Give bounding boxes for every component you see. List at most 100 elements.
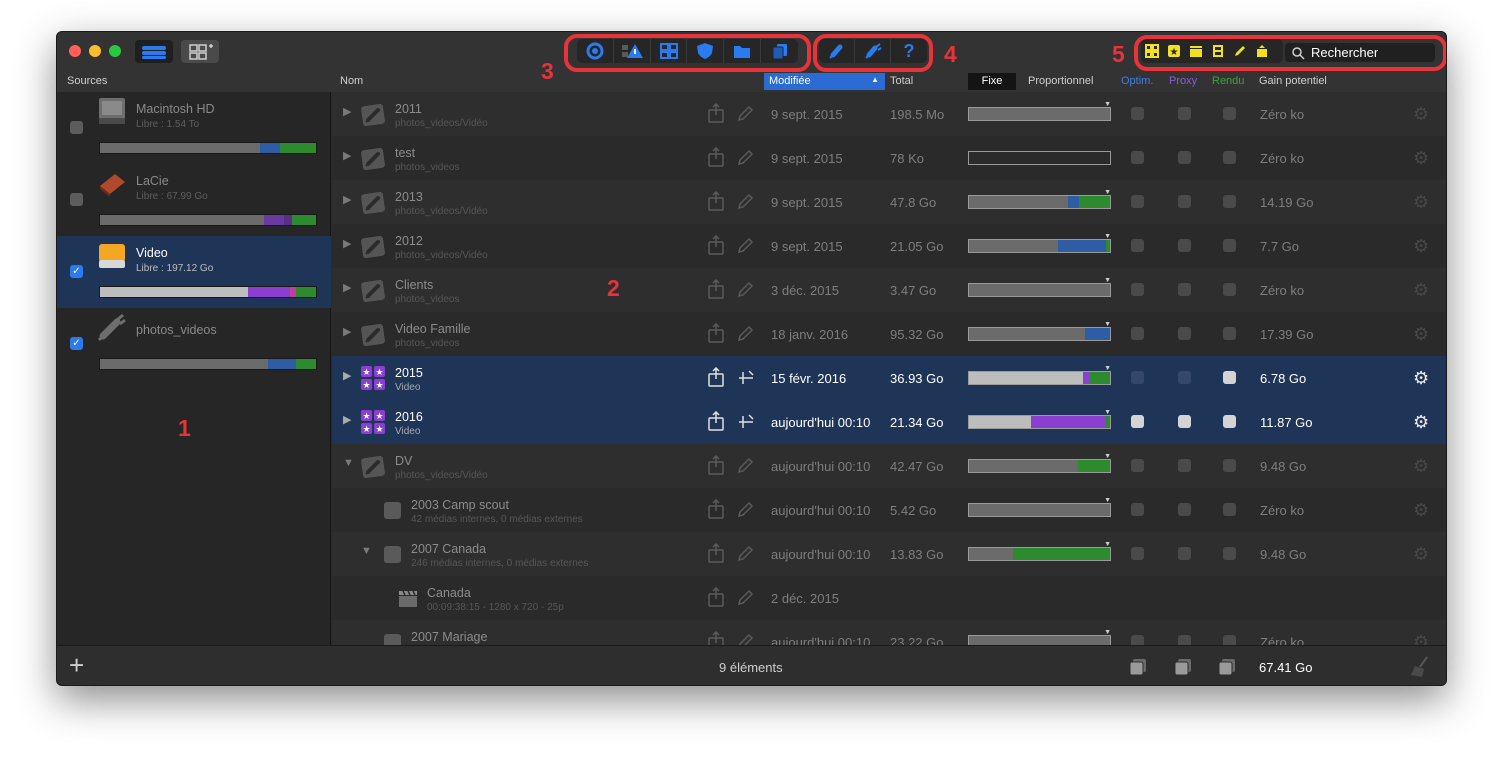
render-checkbox[interactable] — [1223, 415, 1236, 428]
table-row[interactable]: ▶ Video Famille photos_videos 18 janv. 2016… — [332, 312, 1446, 356]
add-source-icon[interactable]: + — [69, 652, 84, 678]
disclosure-right-icon[interactable]: ▶ — [343, 281, 351, 294]
render-checkbox[interactable] — [1223, 503, 1236, 516]
disclosure-right-icon[interactable]: ▶ — [343, 325, 351, 338]
disclosure-right-icon[interactable]: ▶ — [343, 413, 351, 426]
table-row[interactable]: ▼ DV photos_videos/Vidéo aujourd'hui 00:10 4… — [332, 444, 1446, 488]
pencil-icon[interactable] — [737, 456, 755, 474]
optim-checkbox[interactable] — [1131, 503, 1144, 516]
close-window-button[interactable] — [69, 45, 81, 57]
gear-icon[interactable]: ⚙ — [1413, 544, 1429, 565]
proxy-checkbox[interactable] — [1178, 195, 1191, 208]
source-item-photos-videos[interactable]: ✓ photos_videos — [57, 308, 331, 380]
table-row[interactable]: ▶ 2011 photos_videos/Vidéo 9 sept. 2015 198.… — [332, 92, 1446, 136]
optim-checkbox[interactable] — [1131, 107, 1144, 120]
gear-icon[interactable]: ⚙ — [1413, 104, 1429, 125]
proxy-checkbox[interactable] — [1178, 327, 1191, 340]
gear-icon[interactable]: ⚙ — [1413, 500, 1429, 521]
proxy-checkbox[interactable] — [1178, 107, 1191, 120]
disclosure-down-icon[interactable]: ▼ — [361, 545, 372, 557]
add-timeline-icon[interactable] — [737, 368, 755, 386]
pencil-icon[interactable] — [737, 280, 755, 298]
share-icon[interactable] — [707, 191, 725, 211]
disclosure-right-icon[interactable]: ▶ — [343, 105, 351, 118]
disclosure-right-icon[interactable]: ▶ — [343, 193, 351, 206]
source-item-video[interactable]: ✓ Video Libre : 197.12 Go — [57, 236, 331, 308]
proportional-scale-toggle[interactable]: Proportionnel — [1028, 75, 1093, 87]
broom-clean-icon[interactable] — [1409, 655, 1433, 679]
share-icon[interactable] — [707, 103, 725, 123]
table-row[interactable]: ▶ ★ ★ ★ ★ 2015 Video 15 févr. 2016 36.93 Go ▼ 6.78… — [332, 356, 1446, 400]
source-checkbox[interactable] — [70, 193, 83, 206]
share-icon[interactable] — [707, 147, 725, 167]
pencil-icon[interactable] — [737, 632, 755, 645]
share-icon[interactable] — [707, 279, 725, 299]
pencil-icon[interactable] — [737, 324, 755, 342]
share-icon[interactable] — [707, 631, 725, 645]
proxy-checkbox[interactable] — [1178, 503, 1191, 516]
pencil-icon[interactable] — [737, 544, 755, 562]
optim-checkbox[interactable] — [1131, 547, 1144, 560]
add-timeline-icon[interactable] — [737, 412, 755, 430]
share-icon[interactable] — [707, 235, 725, 255]
table-row[interactable]: ▶ 2013 photos_videos/Vidéo 9 sept. 2015 47.8… — [332, 180, 1446, 224]
render-checkbox[interactable] — [1223, 239, 1236, 252]
proxy-column-header[interactable]: Proxy — [1169, 75, 1197, 87]
sources-view-button[interactable] — [135, 40, 173, 63]
share-icon[interactable] — [707, 587, 725, 607]
gear-icon[interactable]: ⚙ — [1413, 368, 1429, 389]
gear-icon[interactable]: ⚙ — [1413, 632, 1429, 645]
render-column-header[interactable]: Rendu — [1212, 75, 1244, 87]
pencil-icon[interactable] — [737, 148, 755, 166]
optim-checkbox[interactable] — [1131, 459, 1144, 472]
share-icon[interactable] — [707, 411, 725, 431]
table-row[interactable]: 2007 Mariage aujourd'hui 00:10 23.22 Go ▼ Zé… — [332, 620, 1446, 645]
optim-checkbox[interactable] — [1131, 371, 1144, 384]
proxy-checkbox[interactable] — [1178, 371, 1191, 384]
disclosure-right-icon[interactable]: ▶ — [343, 369, 351, 382]
proxy-checkbox[interactable] — [1178, 151, 1191, 164]
table-row[interactable]: ▶ 2012 photos_videos/Vidéo 9 sept. 2015 21.0… — [332, 224, 1446, 268]
source-item-macintosh-hd[interactable]: Macintosh HD Libre : 1.54 To — [57, 92, 331, 164]
pencil-icon[interactable] — [737, 588, 755, 606]
proxy-files-icon[interactable] — [1173, 657, 1193, 677]
optim-checkbox[interactable] — [1131, 151, 1144, 164]
render-checkbox[interactable] — [1223, 327, 1236, 340]
optim-checkbox[interactable] — [1131, 239, 1144, 252]
proxy-checkbox[interactable] — [1178, 283, 1191, 296]
total-column-header[interactable]: Total — [890, 75, 913, 87]
render-checkbox[interactable] — [1223, 459, 1236, 472]
disclosure-right-icon[interactable]: ▶ — [343, 237, 351, 250]
render-checkbox[interactable] — [1223, 195, 1236, 208]
pencil-icon[interactable] — [737, 104, 755, 122]
optim-checkbox[interactable] — [1131, 327, 1144, 340]
proxy-checkbox[interactable] — [1178, 415, 1191, 428]
table-row[interactable]: ▶ test photos_videos 9 sept. 2015 78 Ko Zéro … — [332, 136, 1446, 180]
modified-column-header[interactable]: Modifiée ▲ — [764, 73, 885, 90]
gear-icon[interactable]: ⚙ — [1413, 280, 1429, 301]
optim-checkbox[interactable] — [1131, 283, 1144, 296]
optim-checkbox[interactable] — [1131, 635, 1144, 645]
share-icon[interactable] — [707, 455, 725, 475]
zoom-window-button[interactable] — [109, 45, 121, 57]
render-checkbox[interactable] — [1223, 371, 1236, 384]
share-icon[interactable] — [707, 323, 725, 343]
minimize-window-button[interactable] — [89, 45, 101, 57]
gear-icon[interactable]: ⚙ — [1413, 412, 1429, 433]
optim-checkbox[interactable] — [1131, 195, 1144, 208]
name-column-header[interactable]: Nom — [340, 75, 363, 87]
optim-checkbox[interactable] — [1131, 415, 1144, 428]
fixed-scale-toggle[interactable]: Fixe — [968, 73, 1016, 90]
source-checkbox[interactable]: ✓ — [70, 265, 83, 278]
table-row[interactable]: 2003 Camp scout 42 médias internes, 0 méd… — [332, 488, 1446, 532]
optim-column-header[interactable]: Optim. — [1121, 75, 1153, 87]
share-icon[interactable] — [707, 367, 725, 387]
table-row[interactable]: ▶ Clients photos_videos 3 déc. 2015 3.47 Go ▼… — [332, 268, 1446, 312]
disclosure-down-icon[interactable]: ▼ — [343, 457, 354, 469]
optim-files-icon[interactable] — [1128, 657, 1148, 677]
table-row[interactable]: ▶ ★ ★ ★ ★ 2016 Video aujourd'hui 00:10 21.34 Go ▼… — [332, 400, 1446, 444]
proxy-checkbox[interactable] — [1178, 459, 1191, 472]
gear-icon[interactable]: ⚙ — [1413, 192, 1429, 213]
render-checkbox[interactable] — [1223, 635, 1236, 645]
libraries-view-button[interactable] — [181, 40, 219, 63]
